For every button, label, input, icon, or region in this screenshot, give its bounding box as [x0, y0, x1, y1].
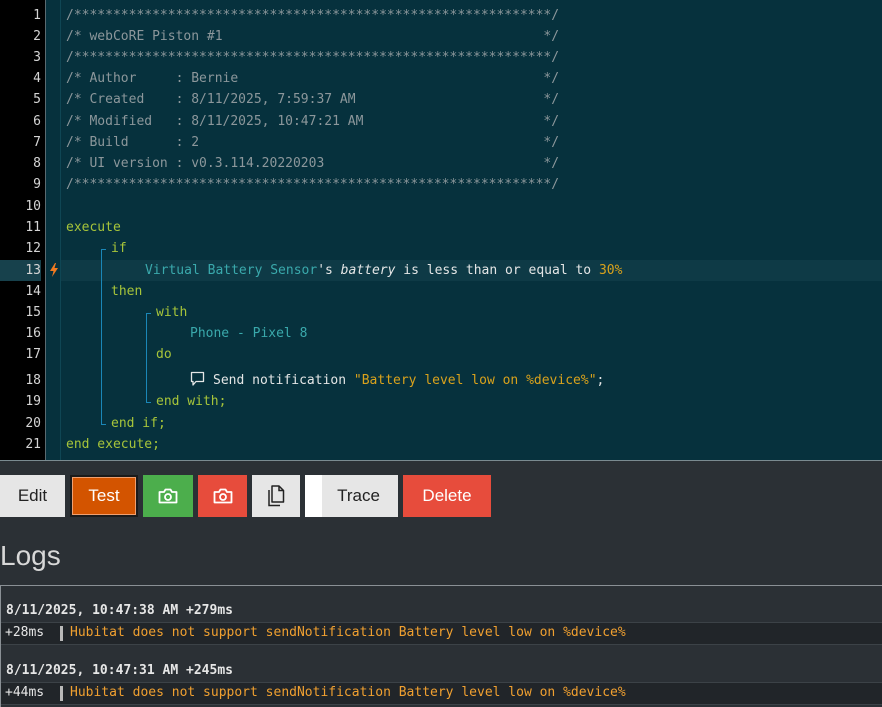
log-entry-timestamp: 8/11/2025, 10:47:38 AM +279ms	[6, 603, 233, 618]
line-number: 20	[25, 416, 41, 431]
with-block-bracket-bottom	[146, 402, 151, 403]
condition-device: Virtual Battery Sensor	[145, 263, 318, 278]
code-comment: /***************************************…	[66, 50, 560, 65]
line-number: 14	[25, 284, 41, 299]
condition-possessive: 's	[317, 263, 341, 278]
bin-snapshot-button[interactable]	[198, 475, 247, 517]
action-name: Send notification	[213, 373, 354, 388]
if-block-bracket	[101, 249, 102, 425]
line-number: 5	[33, 92, 41, 107]
line-number: 8	[33, 156, 41, 171]
comment-bubble-icon	[190, 371, 205, 386]
logs-panel[interactable]: 8/11/2025, 10:47:38 AM +279ms +28ms Hubi…	[0, 585, 882, 707]
delete-button-label: Delete	[422, 486, 472, 505]
log-entry-timestamp: 8/11/2025, 10:47:31 AM +245ms	[6, 663, 233, 678]
code-comment: /* Author : Bernie */	[66, 71, 560, 86]
condition-attribute: battery	[340, 263, 396, 278]
code-editor[interactable]: 1 2 3 4 5 6 7 8 9 10 11 12 13 14 15 16 1…	[0, 0, 882, 461]
editor-border	[0, 460, 882, 461]
camera-icon	[213, 488, 232, 504]
with-block-bracket	[146, 313, 147, 403]
log-indent-bar	[60, 686, 63, 701]
logs-heading: Logs	[0, 540, 61, 571]
if-block-bracket-bottom	[101, 424, 106, 425]
lightning-bolt-icon	[50, 263, 58, 277]
keyword-end-if[interactable]: end if;	[111, 413, 166, 434]
copy-icon	[268, 485, 285, 507]
keyword-then[interactable]: then	[111, 281, 142, 302]
log-row: +44ms Hubitat does not support sendNotif…	[1, 682, 882, 705]
keyword-execute[interactable]: execute	[66, 217, 121, 238]
with-block-bracket-top	[146, 313, 151, 314]
camera-icon	[158, 488, 178, 504]
target-device[interactable]: Phone - Pixel 8	[190, 323, 307, 344]
line-number: 16	[25, 326, 41, 341]
code-comment: /* UI version : v0.3.114.20220203 */	[66, 156, 560, 171]
code-comment: /* Modified : 8/11/2025, 10:47:21 AM */	[66, 114, 560, 129]
keyword-do[interactable]: do	[156, 344, 172, 365]
line-number: 21	[25, 437, 41, 452]
marker-column	[46, 0, 60, 461]
log-offset: +44ms	[5, 685, 45, 700]
log-message: Hubitat does not support sendNotificatio…	[70, 685, 626, 700]
code-comment: /***************************************…	[66, 177, 560, 192]
log-indent-bar	[60, 626, 63, 641]
line-number: 7	[33, 135, 41, 150]
snapshot-button[interactable]	[143, 475, 193, 517]
code-comment: /* Created : 8/11/2025, 7:59:37 AM */	[66, 92, 560, 107]
condition-statement[interactable]: Virtual Battery Sensor's battery is less…	[145, 260, 622, 281]
trace-toggle-indicator	[305, 475, 322, 517]
line-number: 11	[25, 220, 41, 235]
condition-unit: %	[614, 263, 623, 278]
trace-button-label: Trace	[337, 486, 380, 505]
code-comment: /***************************************…	[66, 8, 560, 23]
keyword-end-execute[interactable]: end execute;	[66, 434, 160, 455]
marker-divider	[60, 0, 61, 461]
line-number-active: 13	[0, 260, 41, 281]
line-number: 9	[33, 177, 41, 192]
test-button-label: Test	[88, 486, 120, 505]
condition-operator: is less than or equal to	[395, 263, 599, 278]
delete-button[interactable]: Delete	[403, 475, 491, 517]
line-number: 4	[33, 71, 41, 86]
line-number: 3	[33, 50, 41, 65]
action-message: "Battery level low on %device%"	[353, 373, 597, 388]
edit-button[interactable]: Edit	[0, 475, 65, 517]
if-block-bracket-top	[101, 249, 106, 250]
line-number: 12	[25, 241, 41, 256]
line-number: 19	[25, 394, 41, 409]
statement-terminator: ;	[596, 373, 605, 388]
log-message: Hubitat does not support sendNotificatio…	[70, 625, 626, 640]
trace-toggle-button[interactable]: Trace	[305, 475, 398, 517]
duplicate-button[interactable]	[252, 475, 300, 517]
test-button[interactable]: Test	[70, 475, 138, 517]
line-number: 10	[25, 199, 41, 214]
log-row: +28ms Hubitat does not support sendNotif…	[1, 622, 882, 645]
line-number: 6	[33, 114, 41, 129]
condition-value: 30	[598, 263, 615, 278]
keyword-end-with[interactable]: end with;	[156, 391, 226, 412]
send-notification-statement[interactable]: Send notification "Battery level low on …	[213, 370, 604, 391]
line-number: 18	[25, 373, 41, 388]
keyword-if[interactable]: if	[111, 238, 127, 259]
line-number: 17	[25, 347, 41, 362]
log-offset: +28ms	[5, 625, 45, 640]
code-comment: /* Build : 2 */	[66, 135, 560, 150]
code-comment: /* webCoRE Piston #1 */	[66, 29, 560, 44]
line-number: 2	[33, 29, 41, 44]
line-number: 15	[25, 305, 41, 320]
line-number: 1	[33, 8, 41, 23]
keyword-with[interactable]: with	[156, 302, 187, 323]
edit-button-label: Edit	[17, 486, 48, 505]
